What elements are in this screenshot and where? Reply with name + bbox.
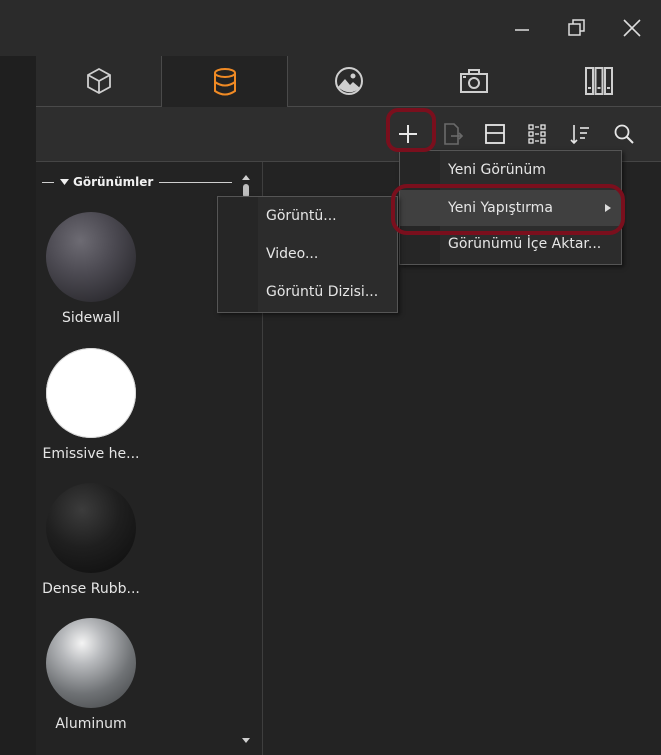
tab-cameras[interactable] <box>411 56 536 106</box>
layout-icon <box>485 124 505 144</box>
material-preview-sidewall <box>46 212 136 302</box>
material-item-emissive[interactable]: Emissive he... <box>36 348 146 462</box>
title-bar <box>0 0 661 56</box>
search-button[interactable] <box>607 117 641 151</box>
restore-icon <box>568 19 585 36</box>
submenu-item-image[interactable]: Görüntü... <box>218 198 397 234</box>
tab-materials[interactable] <box>161 56 288 107</box>
section-title: Görünümler <box>73 175 154 189</box>
image-icon <box>334 67 363 95</box>
highlight-ring-add-button <box>386 108 436 152</box>
minimize-button[interactable] <box>502 8 542 48</box>
close-button[interactable] <box>612 8 652 48</box>
material-preview-dense-rubber <box>46 483 136 573</box>
tab-environments[interactable] <box>286 56 411 106</box>
camera-icon <box>459 69 488 93</box>
menu-item-new-appearance[interactable]: Yeni Görünüm <box>400 152 621 188</box>
export-icon <box>444 123 464 145</box>
material-label: Sidewall <box>61 310 121 326</box>
material-label: Emissive he... <box>42 446 140 462</box>
sort-button[interactable] <box>563 117 597 151</box>
caret-down-icon <box>60 179 69 185</box>
highlight-ring-new-paste <box>391 184 625 235</box>
database-icon <box>213 67 236 95</box>
close-icon <box>623 19 641 37</box>
material-label: Dense Rubb... <box>42 581 140 597</box>
menu-item-label: Video... <box>266 246 319 262</box>
material-preview-aluminum <box>46 618 136 708</box>
submenu-item-video[interactable]: Video... <box>218 236 397 272</box>
left-strip <box>0 56 37 755</box>
header-line-right <box>159 181 232 183</box>
material-preview-emissive <box>46 348 136 438</box>
menu-item-label: Yeni Görünüm <box>448 162 546 178</box>
cube-icon <box>86 67 111 95</box>
tab-models[interactable] <box>36 56 161 106</box>
material-item-sidewall[interactable]: Sidewall <box>36 212 146 326</box>
tab-bar <box>36 56 661 107</box>
minimize-icon <box>515 29 529 31</box>
section-header[interactable]: Görünümler <box>42 174 232 190</box>
sort-icon <box>570 125 589 145</box>
tab-library[interactable] <box>536 56 661 106</box>
material-item-aluminum[interactable]: Aluminum <box>36 618 146 732</box>
scroll-up-icon[interactable] <box>239 172 253 182</box>
export-button[interactable] <box>436 117 470 151</box>
layout-button[interactable] <box>478 117 512 151</box>
header-line-left <box>42 181 54 183</box>
grid-view-icon <box>528 124 546 144</box>
material-label: Aluminum <box>55 716 127 732</box>
menu-item-label: Görünümü İçe Aktar... <box>448 236 602 252</box>
scroll-down-icon[interactable] <box>239 736 253 746</box>
search-icon <box>614 124 634 144</box>
menu-item-label: Görüntü Dizisi... <box>266 284 379 300</box>
grid-view-button[interactable] <box>521 117 555 151</box>
menu-item-label: Görüntü... <box>266 208 337 224</box>
library-icon <box>584 67 613 95</box>
restore-button[interactable] <box>557 8 597 48</box>
submenu-item-image-sequence[interactable]: Görüntü Dizisi... <box>218 274 397 310</box>
material-item-dense-rubber[interactable]: Dense Rubb... <box>36 483 146 597</box>
paste-submenu: Görüntü... Video... Görüntü Dizisi... <box>217 196 398 313</box>
